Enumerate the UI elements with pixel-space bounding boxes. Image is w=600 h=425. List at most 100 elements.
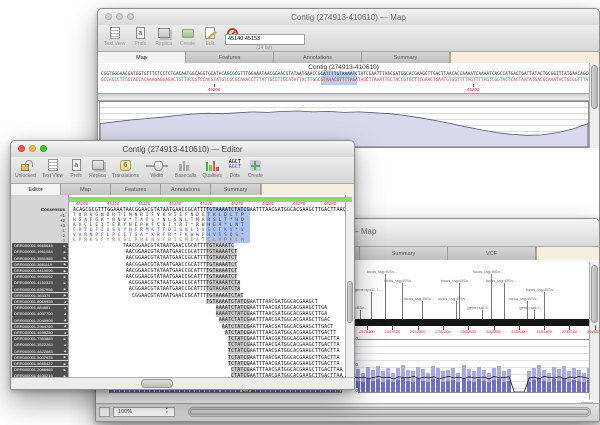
prefs-icon: a xyxy=(133,27,147,40)
map2-horizontal-scrollbar[interactable] xyxy=(188,407,591,417)
feature-label[interactable]: locus_tag=BSn... xyxy=(404,296,434,301)
text-view-button[interactable]: Text View xyxy=(104,27,125,47)
scrollbar-thumb[interactable] xyxy=(347,281,353,323)
read-name-chip[interactable]: DRR000001.363379▶ xyxy=(12,293,68,299)
read-sequence[interactable]: CTATCGAATTTAACGATGGCACGAAGCTTGACTTAA xyxy=(231,367,343,373)
stepper-down-icon[interactable]: ▾ xyxy=(166,411,168,415)
read-sequence[interactable]: ATCTATCGAATTTAACGATGGCACGAAGCTTGACTT xyxy=(225,330,337,336)
read-name-chip[interactable]: DRR000001.5007925▶ xyxy=(12,355,68,361)
scrollbar-thumb[interactable] xyxy=(141,379,173,388)
unlocked-button[interactable]: Unlocked xyxy=(15,159,36,179)
map-window-titlebar[interactable]: Contig (274913-410610) — Map xyxy=(98,9,599,26)
feature-label[interactable]: locus_tag=BSn... xyxy=(441,278,471,283)
read-sequence[interactable]: TCTATCGAATTTAACGATGGCACGAAGCTTGACTTA xyxy=(228,342,340,348)
read-sequence[interactable]: AAAATCTATCGAATTTAACGATGGCACGAAGCTTGA xyxy=(216,311,328,317)
prefs-button[interactable]: aPrefs xyxy=(133,27,147,47)
edit-button[interactable]: Edit xyxy=(203,27,217,47)
editor-content: 4510045110451204513045140451504516045170… xyxy=(11,195,354,389)
read-name-chip[interactable]: DRR000001.4150323▶ xyxy=(12,280,68,286)
scrollbar-thumb[interactable] xyxy=(591,65,598,109)
read-name-chip[interactable]: DRR000001.4822883◀ xyxy=(12,348,68,354)
read-name-chip[interactable]: DRR000001.9900092▶ xyxy=(12,274,68,280)
read-sequence[interactable]: AATCTATCGAATTTAACGATGGCACGAAGCTTGACT xyxy=(222,324,334,330)
read-name-chip[interactable]: DRR000001.8069959◀ xyxy=(12,299,68,305)
editor-titlebar[interactable]: Contig (274913-410610) — Editor xyxy=(11,141,354,158)
tab-summary[interactable]: Summary xyxy=(362,52,450,63)
read-sequence[interactable]: AACGGAACGTATAATGAACCGCATTTTGTAAAATCT xyxy=(126,274,238,280)
read-forward-icon: ▶ xyxy=(64,368,66,372)
read-sequence[interactable]: AACGGAACGTATAATGAACCGCATTTTGTAAAATCT xyxy=(126,268,238,274)
width-button[interactable]: Width xyxy=(145,159,169,179)
read-sequence[interactable]: AACGGAACGTATAATGAACCGCATTTTGTAAAATCT xyxy=(126,262,238,268)
read-name-chip[interactable]: DRR000001.2964769◀ xyxy=(12,324,68,330)
read-sequence[interactable]: TCTATCGAATTTAACGATGGCACGAAGCTTGACTTA xyxy=(228,348,340,354)
feature-label[interactable]: locus_tag=BSn... xyxy=(384,278,414,283)
editor-horizontal-scrollbar[interactable] xyxy=(11,377,354,389)
qualities-button[interactable]: Qualities xyxy=(202,159,221,179)
dots-button[interactable]: AGCTAGCTDots xyxy=(228,159,242,179)
read-sequence[interactable]: AACGGAACGTATAATGAACCGCATTTTGTAAAATCT xyxy=(126,255,238,261)
read-sequence[interactable]: CGGAACGTATAATGAACCGCATTTTGTAAAATCTAT xyxy=(132,293,244,299)
read-sequence[interactable]: TGTAAAATCTATCGAATTTAACGATGGCACGAAGCT xyxy=(206,299,318,305)
replica-button[interactable]: Replica xyxy=(155,27,172,47)
read-name-chip[interactable]: DRR000001.4037700◀ xyxy=(12,311,68,317)
read-name-chip[interactable]: DRR000001.9665645▶ xyxy=(12,243,68,249)
feature-label[interactable]: locus_tag=BSn... xyxy=(473,269,503,274)
feature-label[interactable]: gene=rpsC; /... xyxy=(355,287,381,292)
range-input[interactable] xyxy=(225,34,305,45)
read-sequence[interactable]: AAAATCTATCGAATTTAACGATGGCACGAAGCTTGA xyxy=(216,305,328,311)
read-name-chip[interactable]: DRR000001.5665422▶ xyxy=(12,361,68,367)
map-vertical-scrollbar[interactable] xyxy=(589,63,599,148)
tabbar-filler xyxy=(450,52,599,63)
tab-annotations[interactable]: Annotations xyxy=(274,52,362,63)
read-sequence[interactable]: TCTATCGAATTTAACGATGGCACGAAGCTTGACTTA xyxy=(228,355,340,361)
read-forward-icon: ▶ xyxy=(64,362,66,366)
prefs-button[interactable]: aPrefs xyxy=(69,159,83,179)
consensus-label: Consensus xyxy=(11,207,65,212)
view-toggle-button[interactable] xyxy=(99,407,110,417)
read-name-chip[interactable]: DRR000001.3551965▶ xyxy=(12,255,68,261)
read-name-chip[interactable]: DRR000001.2045905◀ xyxy=(12,317,68,323)
basecalls-button[interactable]: Basecalls xyxy=(175,159,196,179)
read-sequence[interactable]: TCTATCGAATTTAACGATGGCACGAAGCTTGACTTA xyxy=(228,361,340,367)
read-name-chip[interactable]: DRR000001.4599280◀ xyxy=(12,330,68,336)
scrollbar-thumb[interactable] xyxy=(190,409,589,415)
read-sequence[interactable]: AAATCTATCGAATTTAACGATGGCACGAAGCTTGAC xyxy=(219,317,331,323)
replica-button[interactable]: Replica xyxy=(89,159,106,179)
text-view-button[interactable]: Text View xyxy=(42,159,63,179)
feature-label[interactable]: locus_tag=BSn... xyxy=(367,269,397,274)
read-name-chip[interactable]: DRR000001.8367956▶ xyxy=(12,286,68,292)
read-sequence[interactable]: TCTATCGAATTTAACGATGGCACGAAGCTTGACTTA xyxy=(228,336,340,342)
translations-icon: 6 xyxy=(118,159,132,172)
feature-label[interactable]: locus_tag=BSn... xyxy=(486,278,516,283)
zoom-stepper[interactable]: ▴ ▾ xyxy=(166,407,168,414)
tab-vcf[interactable]: VCF xyxy=(448,247,536,260)
read-name-chip[interactable]: DRR000001.4410096▶ xyxy=(12,268,68,274)
read-name-chip[interactable]: DRR000001.3522263◀ xyxy=(12,342,68,348)
create-button[interactable]: Create xyxy=(180,27,195,47)
scrollbar-thumb[interactable] xyxy=(591,265,598,323)
splitter-bar[interactable] xyxy=(98,93,599,101)
translations-button[interactable]: 6Translations xyxy=(112,159,139,179)
feature-connector-line xyxy=(482,310,483,319)
read-name-chip[interactable]: DRR000001.1961084▶ xyxy=(12,249,68,255)
feature-label[interactable]: locus_tag=BSn... xyxy=(438,296,468,301)
feature-label[interactable]: locus_tag=BSn... xyxy=(526,287,556,292)
tab-summary[interactable]: Summary xyxy=(360,247,448,260)
read-name-chip[interactable]: DRR000001.2088965▶ xyxy=(12,367,68,373)
editor-vertical-scrollbar[interactable] xyxy=(345,195,354,378)
map2-ruler-label: 2564900 xyxy=(410,329,426,334)
read-name-chip[interactable]: DRR000001.884681◀ xyxy=(12,305,68,311)
create-button[interactable]: Create xyxy=(248,159,263,179)
tab-features[interactable]: Features xyxy=(186,52,274,63)
feature-label[interactable]: gene=sat; /... xyxy=(519,305,542,310)
read-name-chip[interactable]: DRR000001.7353889▶ xyxy=(12,336,68,342)
read-sequence[interactable]: ACGGAACGTATAATGAACCGCATTTTGTAAAATCTA xyxy=(129,280,241,286)
feature-label[interactable]: gene=sat; /... xyxy=(467,305,490,310)
read-sequence[interactable]: ACGGAACGTATAATGAACCGCATTTTGTACAATCTA xyxy=(129,286,241,292)
read-sequence[interactable]: TAACGGAACGTATAATGAACCGCATTTTGTAAAATC xyxy=(123,243,235,249)
feature-label[interactable]: locus_tag=BSn... xyxy=(509,296,539,301)
read-sequence[interactable]: AACGGAACGTATAATGAACCGCATTTTGTAAAATCT xyxy=(126,249,238,255)
read-name-chip[interactable]: DRR000001.3661119▶ xyxy=(12,262,68,268)
tab-map[interactable]: Map xyxy=(98,52,186,63)
